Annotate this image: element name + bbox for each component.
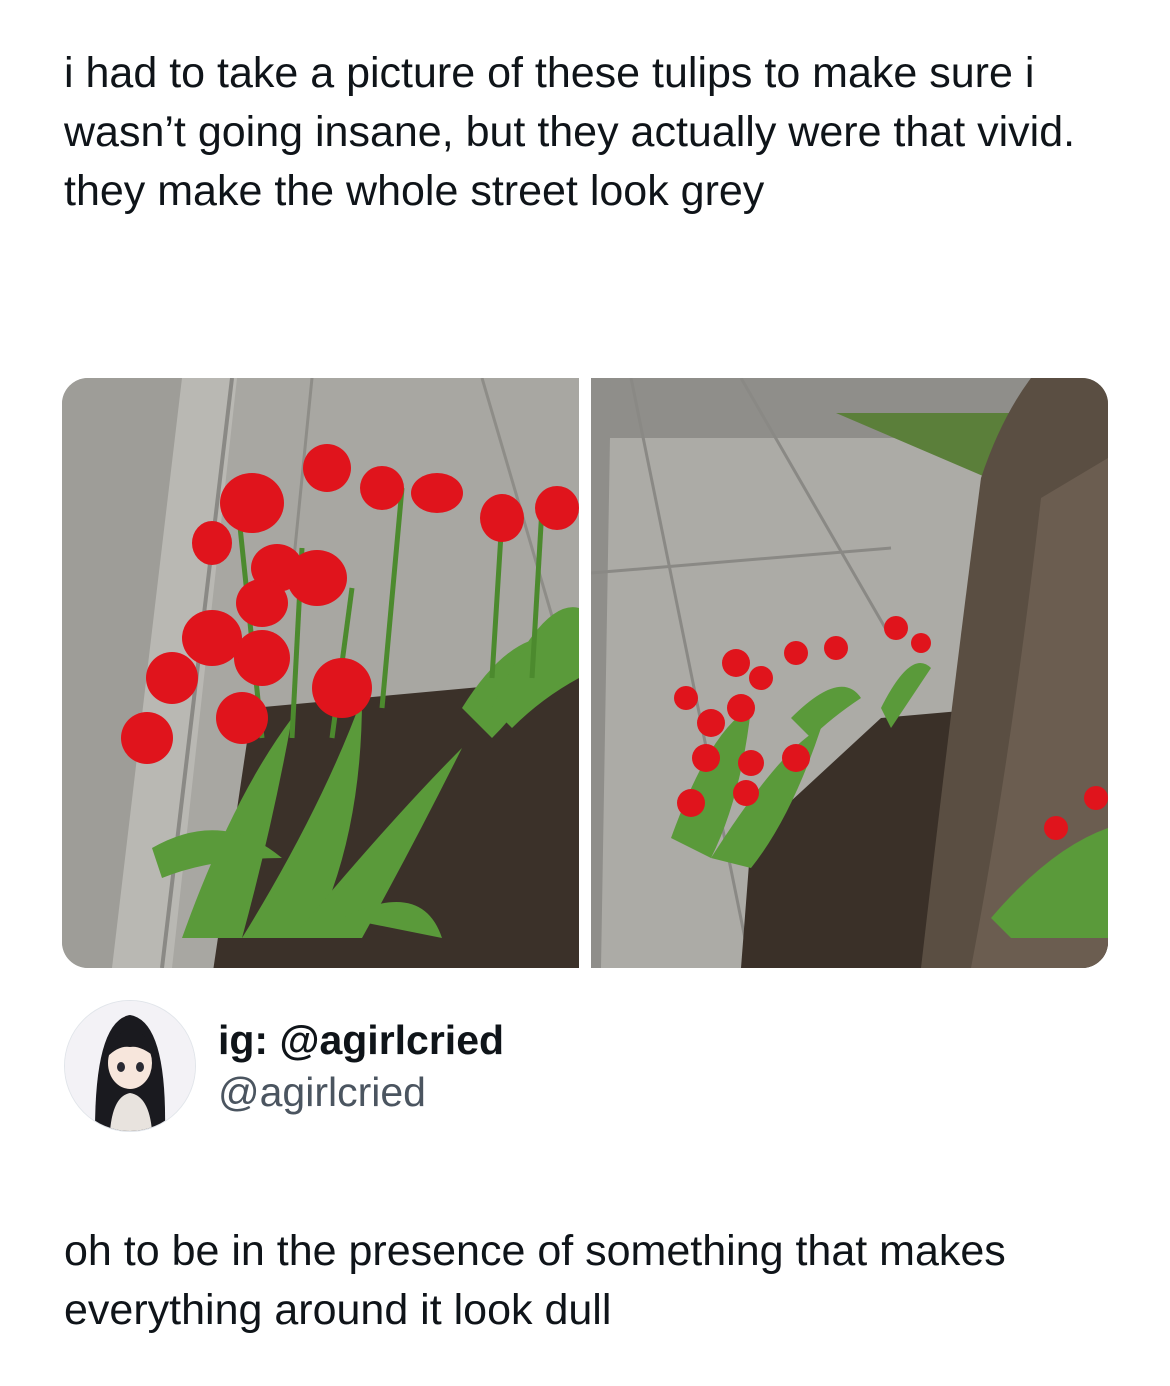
post-text: i had to take a picture of these tulips …: [64, 49, 1076, 215]
author-handle[interactable]: @agirlcried: [218, 1066, 504, 1118]
tulip-photo-closeup[interactable]: [62, 378, 579, 968]
tulip-photo-tree[interactable]: [591, 378, 1108, 968]
media-grid[interactable]: [62, 378, 1108, 968]
anime-girl-avatar-icon[interactable]: [64, 1000, 196, 1132]
caption-text: oh to be in the presence of something th…: [64, 1227, 1006, 1334]
author-display-name[interactable]: ig: @agirlcried: [218, 1014, 504, 1066]
author-row[interactable]: ig: @agirlcried @agirlcried: [64, 1000, 504, 1132]
